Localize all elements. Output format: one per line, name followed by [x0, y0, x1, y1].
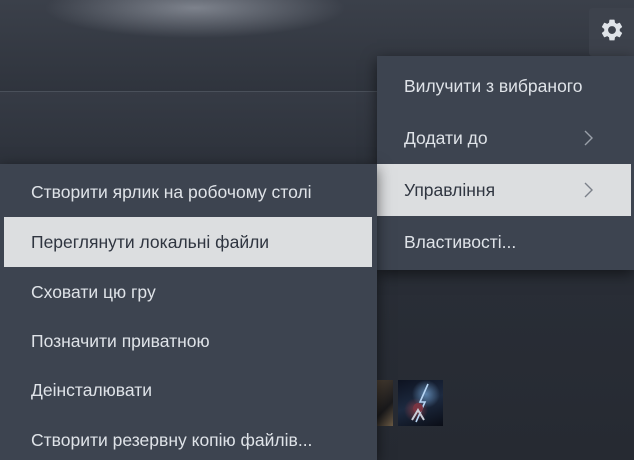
menu-item-label: Управління — [404, 179, 496, 200]
menu-item-label: Створити ярлик на робочому столі — [31, 181, 312, 202]
menu-item-label: Сховати цю гру — [31, 281, 156, 302]
screenshot-thumbnail[interactable] — [398, 380, 443, 426]
menu-item-label: Вилучити з вибраного — [404, 75, 583, 96]
menu-item-manage[interactable]: Управління — [377, 164, 631, 216]
gear-icon — [599, 17, 625, 48]
submenu-item-backup-game-files[interactable]: Створити резервну копію файлів... — [4, 415, 372, 460]
menu-item-remove-from-favorites[interactable]: Вилучити з вибраного — [377, 60, 631, 112]
menu-item-label: Переглянути локальні файли — [31, 231, 270, 252]
menu-item-properties[interactable]: Властивості... — [377, 216, 631, 268]
settings-button[interactable] — [589, 8, 634, 56]
menu-item-label: Позначити приватною — [31, 330, 210, 351]
menu-item-label: Створити резервну копію файлів... — [31, 429, 313, 450]
chevron-right-icon — [584, 182, 593, 198]
menu-item-label: Додати до — [404, 127, 488, 148]
submenu-item-uninstall[interactable]: Деінсталювати — [4, 365, 372, 415]
game-context-menu: Вилучити з вибраного Додати до Управлінн… — [377, 56, 634, 270]
menu-item-add-to[interactable]: Додати до — [377, 112, 631, 164]
menu-item-label: Деінсталювати — [31, 379, 153, 400]
submenu-item-hide-game[interactable]: Сховати цю гру — [4, 267, 372, 317]
chevron-right-icon — [584, 130, 593, 146]
manage-submenu: Створити ярлик на робочому столі Перегля… — [0, 164, 377, 460]
screenshot-thumbnail[interactable] — [377, 380, 393, 426]
submenu-item-mark-private[interactable]: Позначити приватною — [4, 316, 372, 366]
submenu-item-browse-local-files[interactable]: Переглянути локальні файли — [4, 217, 372, 267]
menu-item-label: Властивості... — [404, 231, 517, 252]
submenu-item-create-desktop-shortcut[interactable]: Створити ярлик на робочому столі — [4, 167, 372, 217]
